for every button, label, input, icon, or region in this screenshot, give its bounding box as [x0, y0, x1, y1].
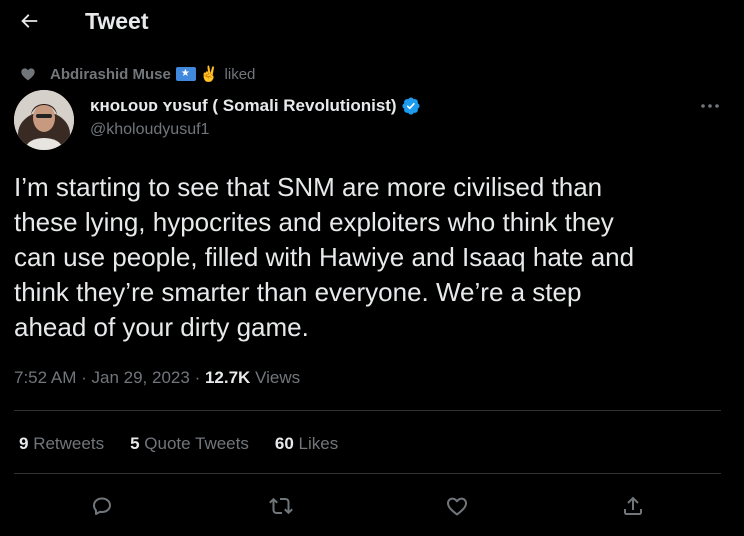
divider — [14, 473, 721, 474]
divider — [14, 410, 721, 411]
engagement-stats: 9 Retweets 5 Quote Tweets 60 Likes — [19, 434, 364, 454]
author-handle[interactable]: @kholoudyusuf1 — [90, 120, 209, 140]
likes-count: 60 — [274, 434, 294, 453]
top-bar: Tweet — [0, 0, 744, 46]
quotes-count: 5 — [130, 434, 140, 453]
reply-button[interactable] — [86, 490, 118, 522]
meta-separator: · — [81, 368, 87, 387]
retweets-count: 9 — [19, 434, 29, 453]
tweet-meta: 7:52 AM · Jan 29, 2023 · 12.7K Views — [14, 368, 300, 388]
meta-separator: · — [194, 368, 201, 387]
author-name-row[interactable]: ᴋʜᴏʟᴏᴜᴅ ʏᴜsuf ( Somali Revolutionist) — [90, 95, 421, 117]
more-options-button[interactable] — [696, 96, 724, 116]
retweet-button[interactable] — [265, 490, 297, 522]
heart-outline-icon — [447, 497, 467, 516]
verified-badge-icon — [402, 97, 420, 115]
retweets-stat[interactable]: 9 Retweets — [19, 434, 104, 454]
views-count: 12.7K — [204, 368, 251, 387]
tweet-time[interactable]: 7:52 AM — [14, 368, 76, 387]
back-button[interactable] — [14, 6, 44, 36]
victory-hand-icon: ✌️ — [199, 66, 219, 83]
tweet-text: I’m starting to see that SNM are more ci… — [14, 172, 635, 342]
likes-label: Likes — [298, 434, 339, 453]
page-title: Tweet — [85, 8, 149, 34]
avatar[interactable] — [14, 90, 74, 150]
avatar-image — [14, 90, 74, 150]
social-context-user: Abdirashid Muse — [50, 65, 171, 83]
reply-icon — [93, 497, 111, 515]
retweets-label: Retweets — [33, 434, 105, 453]
author-name: ᴋʜᴏʟᴏᴜᴅ ʏᴜsuf ( Somali Revolutionist) — [90, 96, 397, 115]
arrow-left-icon — [21, 14, 38, 28]
somalia-flag-icon — [175, 67, 196, 81]
like-button[interactable] — [441, 490, 473, 522]
likes-stat[interactable]: 60 Likes — [275, 434, 338, 454]
tweet-date[interactable]: Jan 29, 2023 — [92, 368, 190, 387]
quote-tweets-stat[interactable]: 5 Quote Tweets — [130, 434, 249, 454]
retweet-icon — [269, 497, 293, 515]
heart-icon — [21, 68, 35, 81]
share-icon — [624, 496, 642, 515]
social-context[interactable]: Abdirashid Muse ✌️ liked — [20, 64, 255, 84]
more-dots-icon — [701, 104, 719, 108]
social-context-action: liked — [224, 65, 256, 83]
quotes-label: Quote Tweets — [144, 434, 249, 453]
share-button[interactable] — [617, 490, 649, 522]
views-label: Views — [255, 368, 301, 387]
